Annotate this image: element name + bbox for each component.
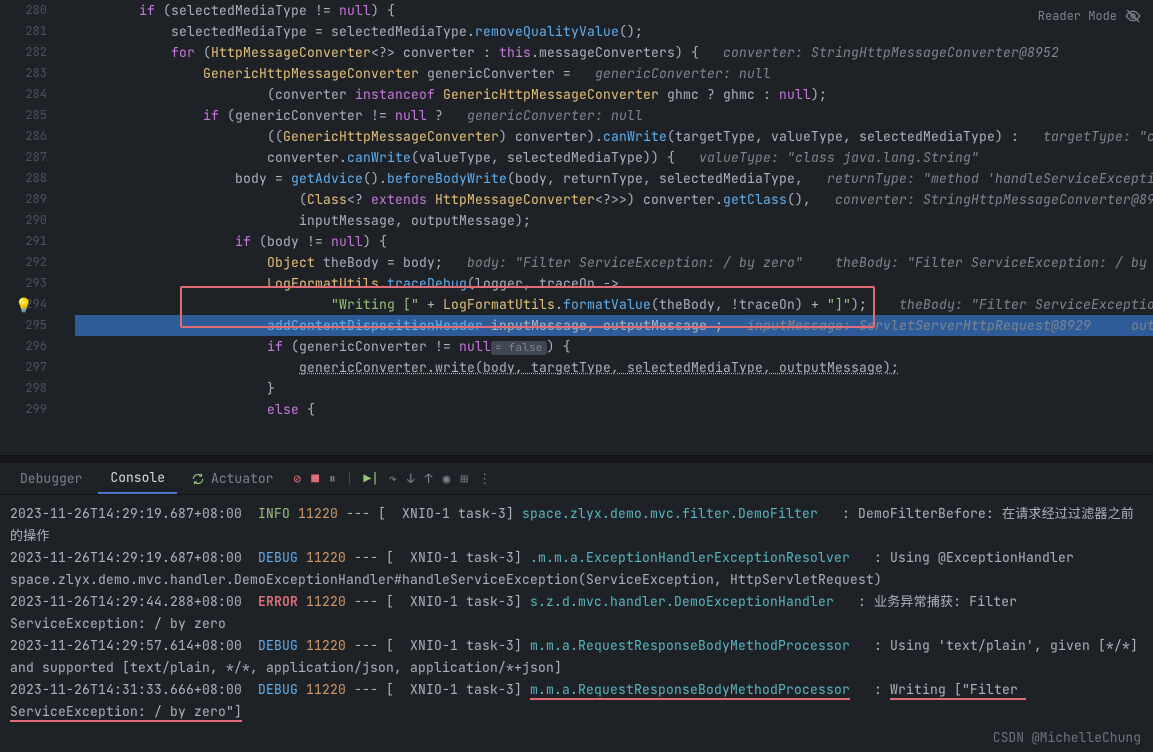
line-number[interactable]: 280 — [0, 0, 75, 21]
tab-actuator[interactable]: Actuator — [181, 470, 283, 487]
code-line[interactable]: if (body != null) { — [75, 231, 1153, 252]
code-line[interactable]: if (selectedMediaType != null) { — [75, 0, 1153, 21]
step-over-icon[interactable]: ↷ — [389, 470, 397, 487]
code-line[interactable]: GenericHttpMessageConverter genericConve… — [75, 63, 1153, 84]
code-line[interactable]: converter.canWrite(valueType, selectedMe… — [75, 147, 1153, 168]
console-output[interactable]: 2023-11-26T14:29:19.687+08:00 INFO 11220… — [0, 495, 1153, 752]
code-line[interactable]: (converter instanceof GenericHttpMessage… — [75, 84, 1153, 105]
watermark: CSDN @MichelleChung — [993, 729, 1141, 746]
log-line[interactable]: 2023-11-26T14:31:33.666+08:00 DEBUG 1122… — [10, 679, 1143, 723]
line-number[interactable]: 289 — [0, 189, 75, 210]
line-number[interactable]: 290 — [0, 210, 75, 231]
line-number[interactable]: 282 — [0, 42, 75, 63]
refresh-icon — [191, 472, 205, 486]
line-number[interactable]: 284 — [0, 84, 75, 105]
tool-window: Debugger Console Actuator ⊘ ■ ⏸ | ▶| ↷ ↓… — [0, 463, 1153, 752]
tab-console[interactable]: Console — [98, 463, 177, 494]
log-line[interactable]: 2023-11-26T14:29:19.687+08:00 DEBUG 1122… — [10, 547, 1143, 591]
step-out-icon[interactable]: ↑ — [425, 470, 433, 487]
gutter: 2802812822832842852862872882892902912922… — [0, 0, 75, 420]
line-number[interactable]: 281 — [0, 21, 75, 42]
divider: | — [346, 470, 354, 487]
code-line[interactable]: selectedMediaType = selectedMediaType.re… — [75, 21, 1153, 42]
stop-icon[interactable]: ⊘ — [293, 470, 301, 487]
evaluate-icon[interactable]: ⊞ — [460, 470, 468, 487]
code-line[interactable]: } — [75, 378, 1153, 399]
tab-debugger[interactable]: Debugger — [8, 464, 94, 493]
code-line[interactable]: "Writing [" + LogFormatUtils.formatValue… — [75, 294, 1153, 315]
stop-square-icon[interactable]: ■ — [311, 470, 319, 487]
code-line[interactable]: (Class<? extends HttpMessageConverter<?>… — [75, 189, 1153, 210]
line-number[interactable]: 299 — [0, 399, 75, 420]
code-content[interactable]: if (selectedMediaType != null) { selecte… — [75, 0, 1153, 420]
line-number[interactable]: 294 — [0, 294, 75, 315]
line-number[interactable]: 292 — [0, 252, 75, 273]
pause-icon[interactable]: ⏸ — [329, 470, 336, 487]
resume-icon[interactable]: ▶| — [363, 470, 379, 487]
tool-tab-bar: Debugger Console Actuator ⊘ ■ ⏸ | ▶| ↷ ↓… — [0, 463, 1153, 495]
code-line[interactable]: addContentDispositionHeader inputMessage… — [75, 315, 1153, 336]
log-line[interactable]: 2023-11-26T14:29:44.288+08:00 ERROR 1122… — [10, 591, 1143, 635]
line-number[interactable]: 291 — [0, 231, 75, 252]
code-line[interactable]: LogFormatUtils.traceDebug(logger, traceO… — [75, 273, 1153, 294]
code-line[interactable]: for (HttpMessageConverter<?> converter :… — [75, 42, 1153, 63]
line-number[interactable]: 293 — [0, 273, 75, 294]
code-line[interactable]: else { — [75, 399, 1153, 420]
panel-divider[interactable] — [0, 455, 1153, 463]
line-number[interactable]: 298 — [0, 378, 75, 399]
line-number[interactable]: 287 — [0, 147, 75, 168]
line-number[interactable]: 296 — [0, 336, 75, 357]
code-line[interactable]: if (genericConverter != null= false) { — [75, 336, 1153, 357]
line-number[interactable]: 288 — [0, 168, 75, 189]
line-number[interactable]: 295 — [0, 315, 75, 336]
code-line[interactable]: ((GenericHttpMessageConverter) converter… — [75, 126, 1153, 147]
log-line[interactable]: 2023-11-26T14:29:19.687+08:00 INFO 11220… — [10, 503, 1143, 547]
code-editor[interactable]: Reader Mode 2802812822832842852862872882… — [0, 0, 1153, 455]
line-number[interactable]: 283 — [0, 63, 75, 84]
more-icon[interactable]: ⋮ — [478, 470, 491, 487]
step-into-icon[interactable]: ↓ — [407, 470, 415, 487]
line-number[interactable]: 297 — [0, 357, 75, 378]
view-breakpoints-icon[interactable]: ◉ — [442, 470, 450, 487]
intention-bulb-icon[interactable]: 💡 — [15, 296, 33, 317]
debug-toolbar: ⊘ ■ ⏸ | ▶| ↷ ↓ ↑ ◉ ⊞ ⋮ — [287, 470, 497, 487]
code-line[interactable]: if (genericConverter != null ? genericCo… — [75, 105, 1153, 126]
code-line[interactable]: inputMessage, outputMessage); — [75, 210, 1153, 231]
line-number[interactable]: 285 — [0, 105, 75, 126]
code-line[interactable]: body = getAdvice().beforeBodyWrite(body,… — [75, 168, 1153, 189]
code-line[interactable]: genericConverter.write(body, targetType,… — [75, 357, 1153, 378]
line-number[interactable]: 286 — [0, 126, 75, 147]
log-line[interactable]: 2023-11-26T14:29:57.614+08:00 DEBUG 1122… — [10, 635, 1143, 679]
code-line[interactable]: Object theBody = body; body: "Filter Ser… — [75, 252, 1153, 273]
